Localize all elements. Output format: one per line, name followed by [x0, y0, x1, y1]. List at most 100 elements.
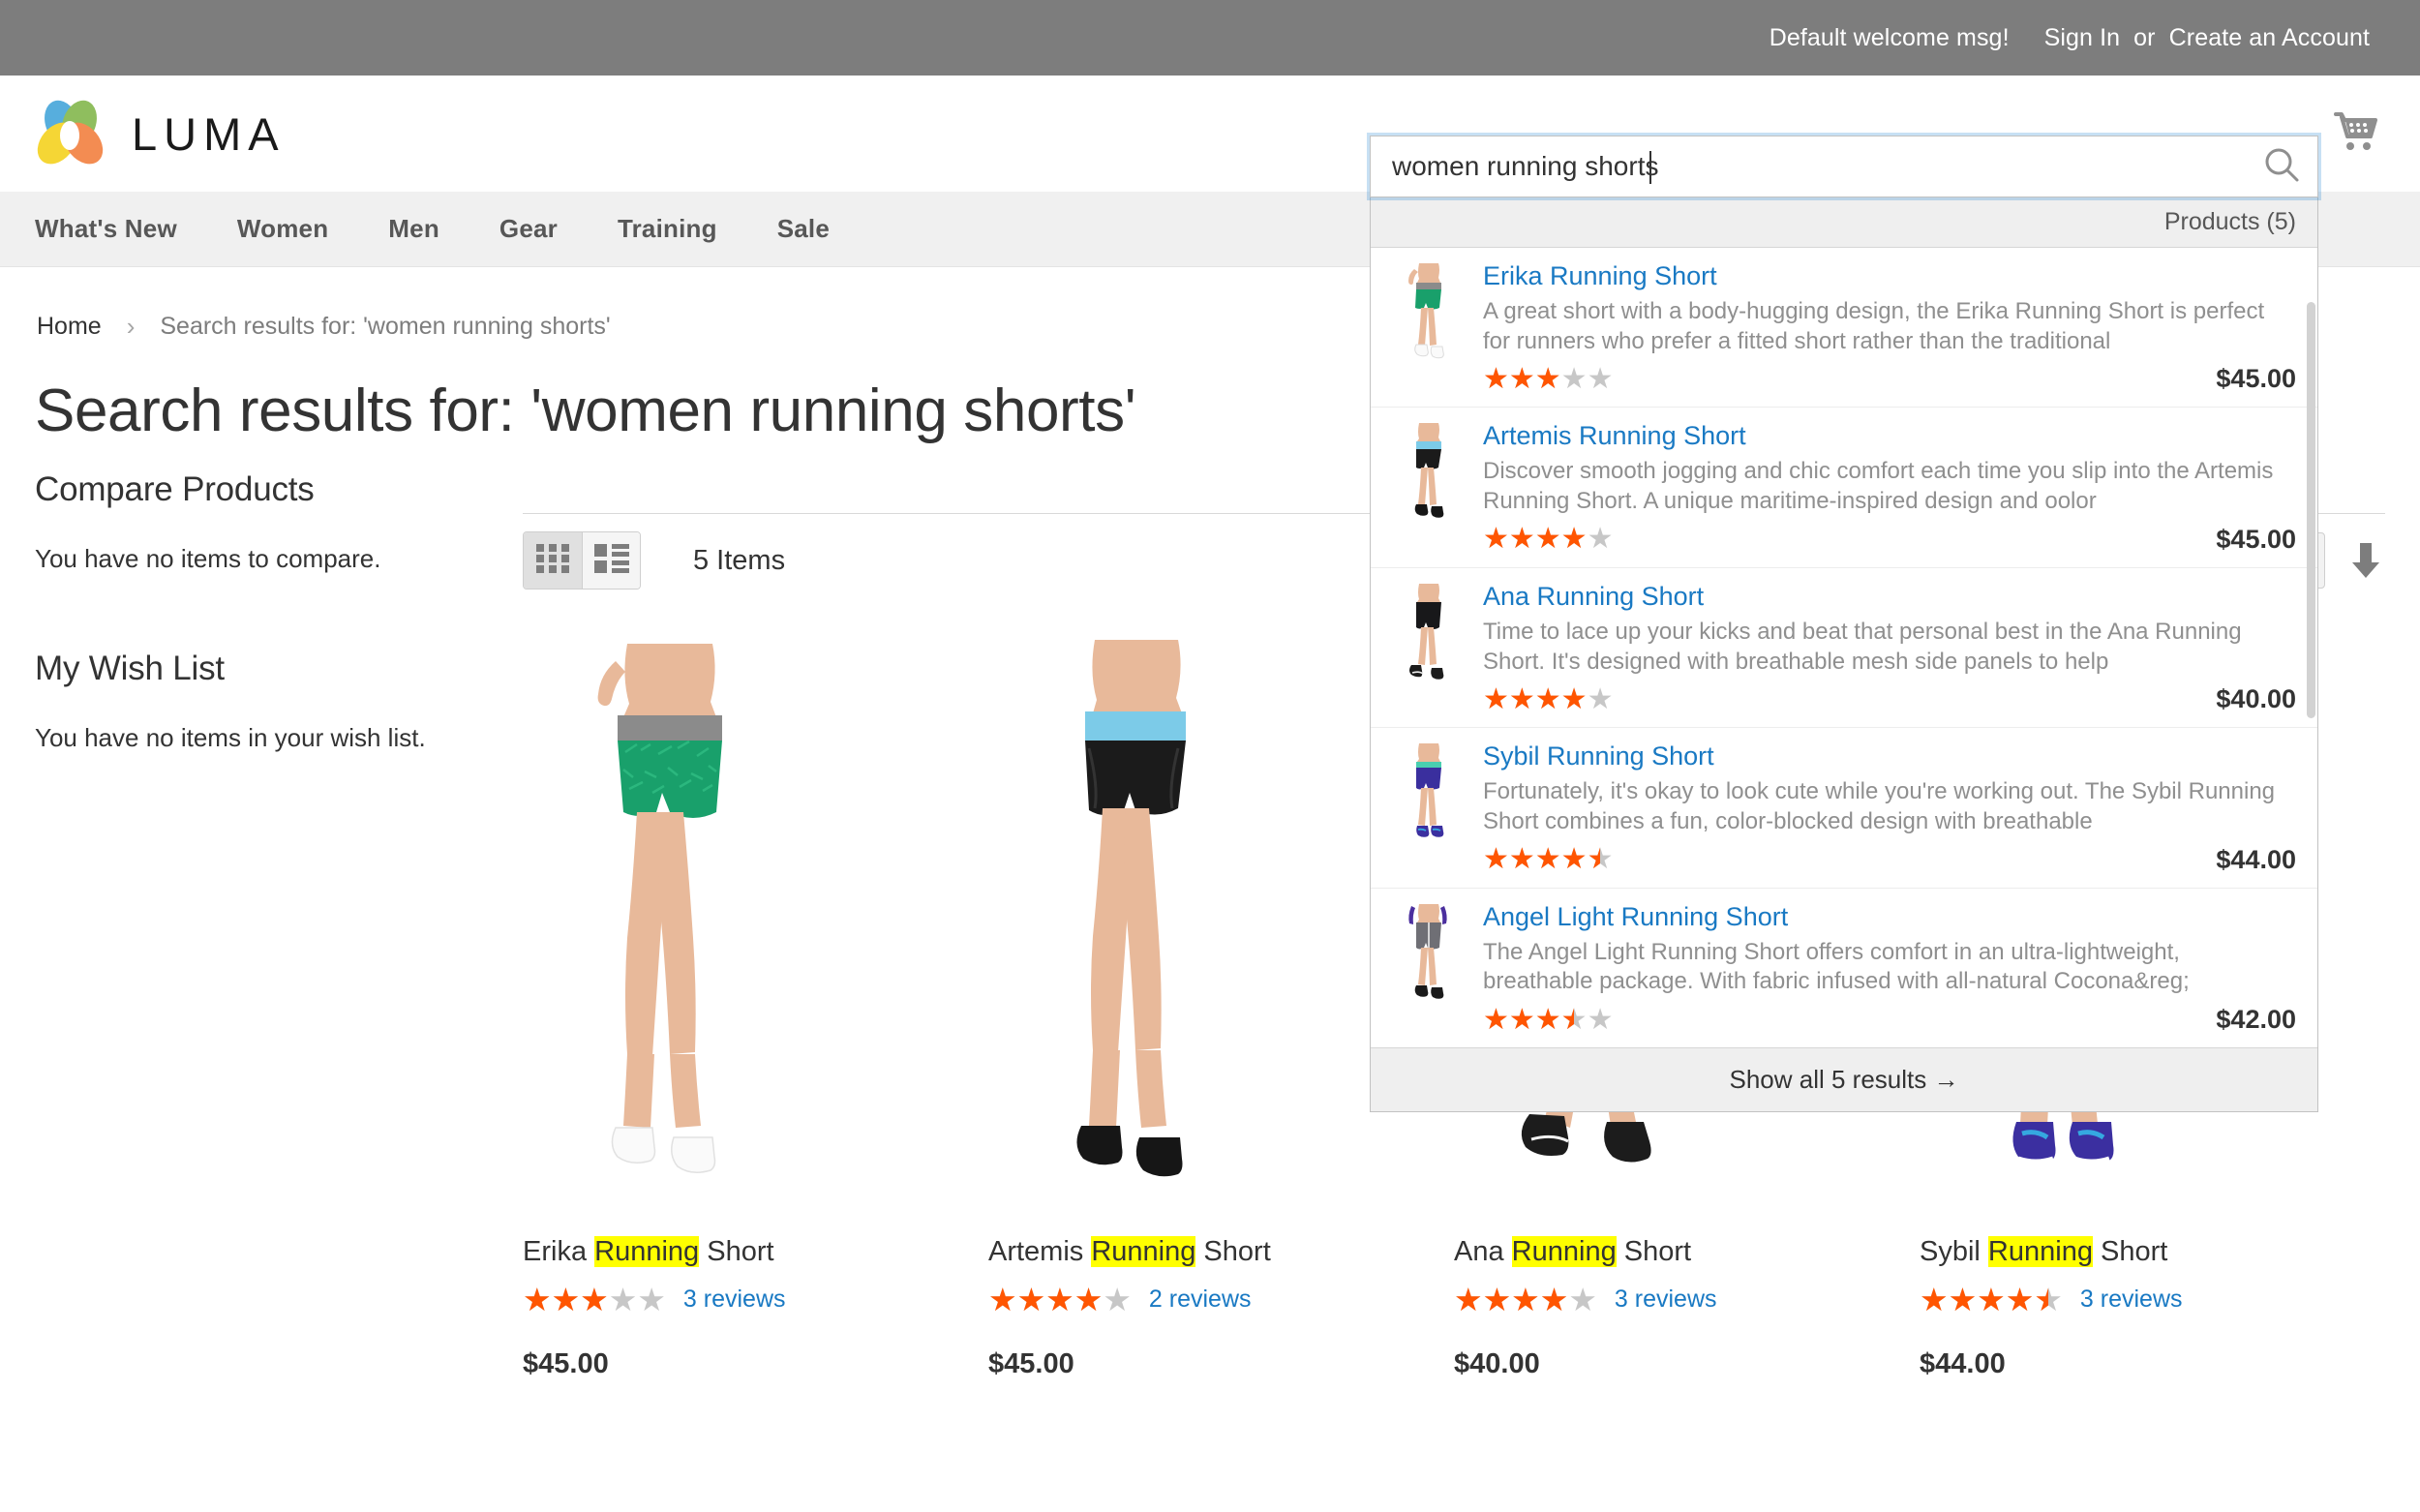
- sidebar: Compare Products You have no items to co…: [0, 470, 523, 1380]
- rating-stars: ★★★★★ ★★★★★: [1483, 845, 1613, 874]
- product-name[interactable]: Sybil Running Short: [1920, 1236, 2214, 1268]
- autocomplete-item[interactable]: Angel Light Running Short The Angel Ligh…: [1371, 889, 2317, 1048]
- product-name-highlight: Running: [1987, 1236, 2093, 1267]
- rating-stars: ★★★★★ ★★★★★: [988, 1284, 1132, 1315]
- product-name-suffix: Short: [699, 1236, 774, 1267]
- sort-direction-button[interactable]: [2346, 539, 2385, 582]
- search-button[interactable]: [2261, 146, 2302, 187]
- reviews-link[interactable]: 3 reviews: [1615, 1285, 1717, 1314]
- breadcrumb-chevron-icon: ›: [126, 312, 136, 341]
- erika-running-short-thumb: [1392, 261, 1466, 370]
- autocomplete-item-body: Erika Running Short A great short with a…: [1483, 261, 2296, 394]
- show-all-results-link[interactable]: Show all 5 results →: [1371, 1047, 2317, 1112]
- autocomplete-item-meta: ★★★★★ ★★★★★ $44.00: [1483, 845, 2296, 875]
- autocomplete-item[interactable]: Erika Running Short A great short with a…: [1371, 248, 2317, 408]
- product-name[interactable]: Ana Running Short: [1454, 1236, 1748, 1268]
- product-item[interactable]: Erika Running Short ★★★★★ ★★★★★ 3 review…: [523, 615, 817, 1380]
- rating-stars-filled: ★★★★★: [1483, 845, 1600, 875]
- autocomplete-item-body: Ana Running Short Time to lace up your k…: [1483, 582, 2296, 714]
- sign-in-link[interactable]: Sign In: [2044, 24, 2121, 52]
- autocomplete-item-meta: ★★★★★ ★★★★★ $45.00: [1483, 364, 2296, 394]
- nav-item-training[interactable]: Training: [618, 214, 717, 244]
- autocomplete-item-title[interactable]: Sybil Running Short: [1483, 741, 2296, 771]
- wishlist-block: My Wish List You have no items in your w…: [35, 650, 523, 753]
- product-name-prefix: Erika: [523, 1236, 595, 1267]
- product-price: $45.00: [523, 1348, 609, 1379]
- grid-view-icon: [536, 543, 569, 578]
- search-box[interactable]: [1370, 136, 2318, 197]
- rating-stars-filled: ★★★★★: [1454, 1284, 1569, 1315]
- product-name-suffix: Short: [2092, 1236, 2168, 1267]
- autocomplete-item-body: Artemis Running Short Discover smooth jo…: [1483, 421, 2296, 554]
- rating-stars-filled: ★★★★★: [1920, 1284, 2048, 1315]
- search-form: [1370, 136, 2318, 197]
- compare-products-title: Compare Products: [35, 470, 315, 508]
- autocomplete-item-meta: ★★★★★ ★★★★★ $42.00: [1483, 1005, 2296, 1035]
- reviews-link[interactable]: 3 reviews: [2080, 1285, 2183, 1314]
- rating-stars: ★★★★★ ★★★★★: [1483, 525, 1613, 554]
- item-count: 5 Items: [693, 544, 786, 576]
- autocomplete-item[interactable]: Ana Running Short Time to lace up your k…: [1371, 568, 2317, 728]
- list-view-icon: [593, 543, 629, 578]
- autocomplete-item-title[interactable]: Artemis Running Short: [1483, 421, 2296, 451]
- erika-running-short-image[interactable]: [523, 615, 817, 1215]
- autocomplete-item-description: Time to lace up your kicks and beat that…: [1483, 618, 2242, 675]
- luma-logo[interactable]: LUMA: [33, 97, 286, 170]
- breadcrumb-current: Search results for: 'women running short…: [160, 313, 611, 340]
- shopping-cart-icon: [2334, 111, 2378, 157]
- search-autocomplete: Products (5) Erika Running Short A great…: [1370, 197, 2318, 1113]
- search-input[interactable]: [1371, 151, 2317, 182]
- rating-row: ★★★★★ ★★★★★ 3 reviews: [1454, 1284, 1748, 1315]
- rating-stars-filled: ★★★★★: [1483, 1005, 1574, 1035]
- nav-item-men[interactable]: Men: [388, 214, 439, 244]
- list-view-button[interactable]: [582, 532, 640, 589]
- welcome-message: Default welcome msg!: [1769, 23, 2010, 51]
- product-price: $40.00: [1454, 1348, 1540, 1379]
- autocomplete-item[interactable]: Sybil Running Short Fortunately, it's ok…: [1371, 728, 2317, 888]
- product-price: $45.00: [988, 1348, 1074, 1379]
- autocomplete-list: Erika Running Short A great short with a…: [1371, 248, 2317, 1048]
- autocomplete-scrollbar[interactable]: [2307, 302, 2315, 718]
- rating-stars-filled: ★★★★★: [1483, 684, 1588, 714]
- autocomplete-item-body: Sybil Running Short Fortunately, it's ok…: [1483, 741, 2296, 874]
- rating-row: ★★★★★ ★★★★★ 2 reviews: [988, 1284, 1283, 1315]
- nav-item-gear[interactable]: Gear: [499, 214, 558, 244]
- wishlist-empty: You have no items in your wish list.: [35, 723, 426, 752]
- view-mode-switcher: [523, 531, 641, 590]
- create-account-link[interactable]: Create an Account: [2169, 24, 2370, 52]
- product-name[interactable]: Erika Running Short: [523, 1236, 817, 1268]
- product-name[interactable]: Artemis Running Short: [988, 1236, 1283, 1268]
- minicart-button[interactable]: [2329, 106, 2383, 161]
- autocomplete-header: Products (5): [1371, 197, 2317, 248]
- nav-item-sale[interactable]: Sale: [777, 214, 830, 244]
- reviews-link[interactable]: 3 reviews: [683, 1285, 786, 1314]
- autocomplete-item-description: Fortunately, it's okay to look cute whil…: [1483, 778, 2276, 835]
- or-separator: or: [2133, 23, 2156, 51]
- autocomplete-item-meta: ★★★★★ ★★★★★ $45.00: [1483, 525, 2296, 555]
- autocomplete-item-title[interactable]: Angel Light Running Short: [1483, 902, 2296, 932]
- artemis-running-short-thumb: [1392, 421, 1466, 530]
- compare-products-block: Compare Products You have no items to co…: [35, 470, 523, 574]
- nav-item-women[interactable]: Women: [237, 214, 328, 244]
- product-item[interactable]: Artemis Running Short ★★★★★ ★★★★★ 2 revi…: [988, 615, 1283, 1380]
- reviews-link[interactable]: 2 reviews: [1149, 1285, 1252, 1314]
- autocomplete-item-title[interactable]: Ana Running Short: [1483, 582, 2296, 612]
- product-name-suffix: Short: [1616, 1236, 1692, 1267]
- top-panel: Default welcome msg! Sign In or Create a…: [0, 0, 2420, 76]
- autocomplete-item-title[interactable]: Erika Running Short: [1483, 261, 2296, 291]
- nav-item-whats-new[interactable]: What's New: [35, 214, 177, 244]
- product-name-prefix: Sybil: [1920, 1236, 1988, 1267]
- search-icon: [2263, 146, 2300, 188]
- grid-view-button[interactable]: [524, 532, 582, 589]
- product-name-highlight: Running: [594, 1236, 700, 1267]
- breadcrumb-home[interactable]: Home: [37, 313, 102, 341]
- luma-logo-icon: [33, 97, 106, 170]
- artemis-running-short-image[interactable]: [988, 615, 1283, 1215]
- product-name-suffix: Short: [1195, 1236, 1271, 1267]
- autocomplete-item-price: $45.00: [2216, 364, 2296, 394]
- autocomplete-item-price: $40.00: [2216, 684, 2296, 714]
- autocomplete-item[interactable]: Artemis Running Short Discover smooth jo…: [1371, 408, 2317, 567]
- autocomplete-item-price: $42.00: [2216, 1005, 2296, 1035]
- rating-stars: ★★★★★ ★★★★★: [1454, 1284, 1597, 1315]
- rating-stars-filled: ★★★★★: [988, 1284, 1104, 1315]
